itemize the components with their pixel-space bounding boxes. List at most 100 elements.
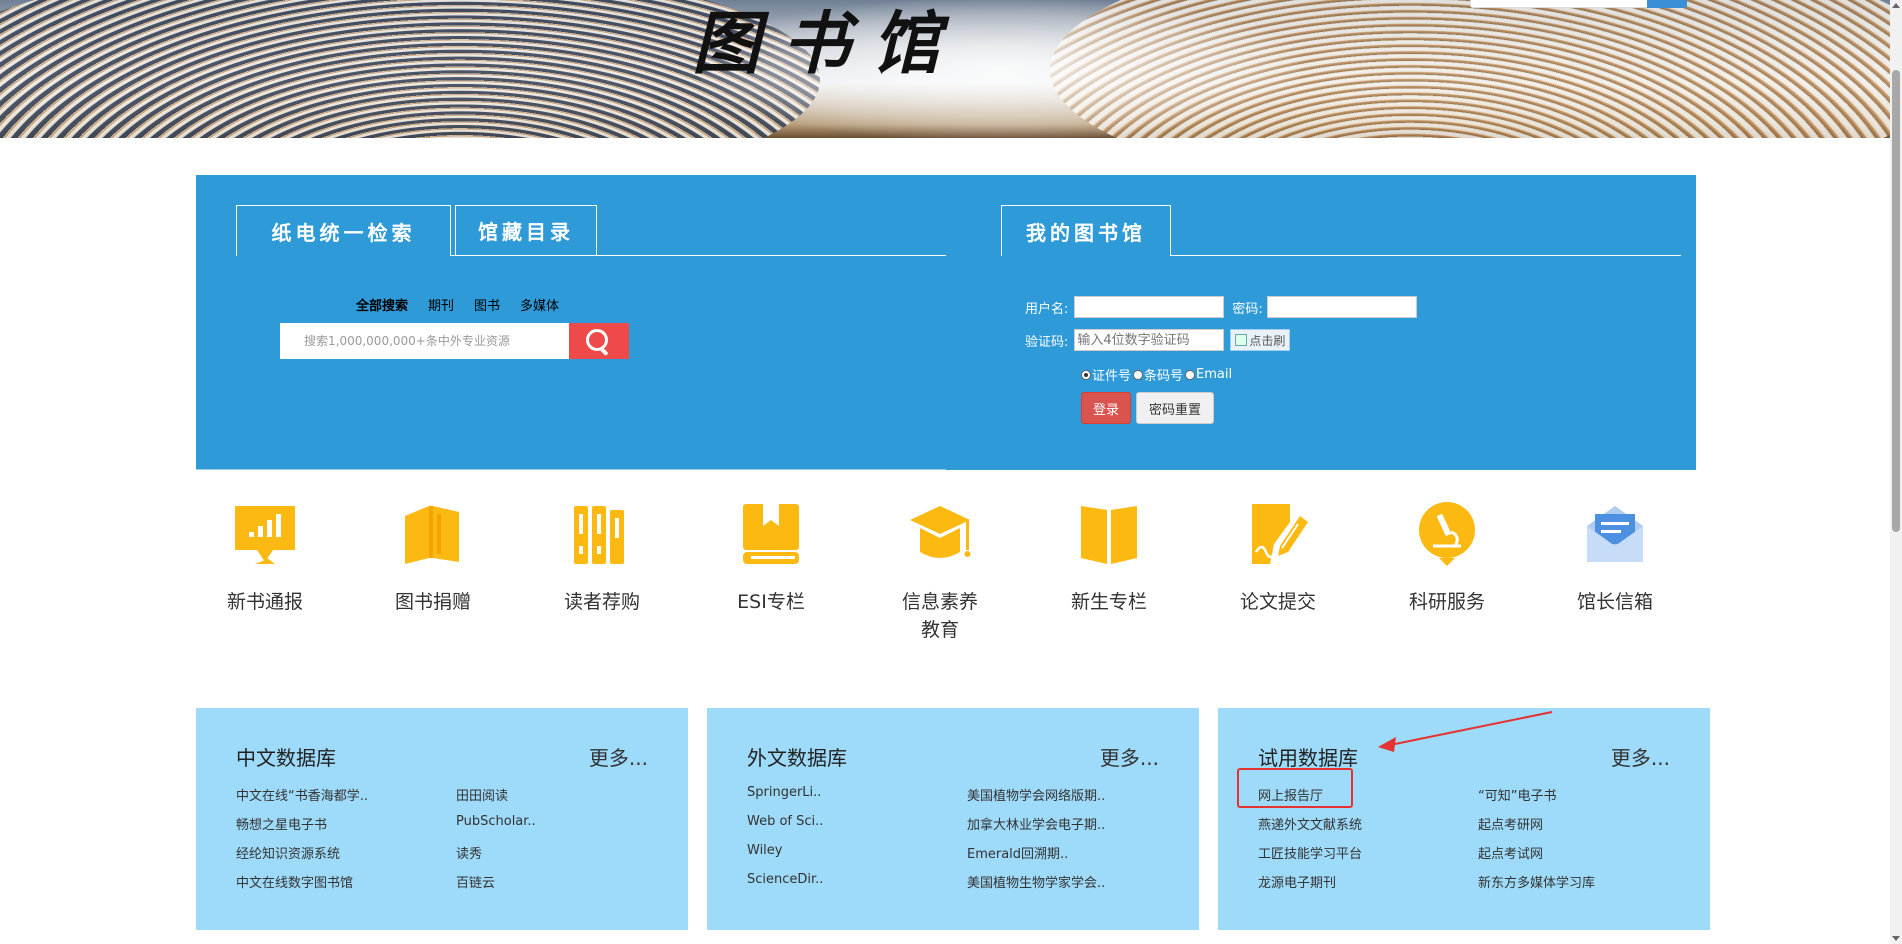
scrollbar-thumb[interactable] <box>1892 70 1900 532</box>
broken-image-icon <box>1235 334 1248 346</box>
radio-id-number-label: 证件号 <box>1092 369 1132 384</box>
db-link[interactable]: 燕递外文文献系统 <box>1258 814 1362 833</box>
banner-title: 图书馆 <box>692 4 963 84</box>
panel-divider <box>196 469 946 470</box>
service-book-donation[interactable]: 图书捐赠 <box>363 502 503 616</box>
service-info-literacy[interactable]: 信息素养 教育 <box>870 502 1010 644</box>
db-more-link[interactable]: 更多... <box>589 742 648 771</box>
paper-submit-icon <box>1252 504 1308 564</box>
radio-email-label: Email <box>1196 367 1233 382</box>
password-field[interactable] <box>1266 296 1417 318</box>
db-link[interactable]: 新东方多媒体学习库 <box>1478 872 1595 891</box>
db-link[interactable]: 加拿大林业学会电子期.. <box>967 814 1105 833</box>
header-banner: 图书馆 <box>0 0 1890 138</box>
db-link[interactable]: 美国植物生物学家学会.. <box>967 872 1105 891</box>
password-label: 密码: <box>1232 301 1263 317</box>
banner-search-button[interactable] <box>1647 0 1687 8</box>
db-link[interactable]: Web of Sci.. <box>747 814 823 829</box>
username-row: 用户名: 密码: <box>1025 296 1417 318</box>
captcha-image[interactable]: 点击刷 <box>1230 329 1291 351</box>
service-freshman[interactable]: 新生专栏 <box>1039 502 1179 616</box>
db-more-link[interactable]: 更多... <box>1100 742 1159 771</box>
radio-barcode-label: 条码号 <box>1144 369 1184 384</box>
filter-multimedia[interactable]: 多媒体 <box>520 295 559 314</box>
db-link[interactable]: Wiley <box>747 843 782 858</box>
db-link[interactable]: 龙源电子期刊 <box>1258 872 1336 891</box>
service-label: 信息素养 教育 <box>901 591 978 641</box>
db-link[interactable]: “可知”电子书 <box>1478 785 1556 804</box>
graduation-cap-icon <box>910 506 971 558</box>
service-label: 图书捐赠 <box>394 591 471 613</box>
filter-journals[interactable]: 期刊 <box>428 295 454 314</box>
reset-password-button[interactable]: 密码重置 <box>1136 392 1214 424</box>
service-research[interactable]: 科研服务 <box>1377 502 1517 616</box>
login-type-radios: 证件号 条码号 Email <box>1081 365 1234 384</box>
filter-all[interactable]: 全部搜索 <box>356 295 408 314</box>
service-label: 新生专栏 <box>1070 591 1147 613</box>
service-label: 读者荐购 <box>563 591 640 613</box>
service-director-mailbox[interactable]: 馆长信箱 <box>1545 502 1685 616</box>
captcha-label: 验证码: <box>1025 334 1069 350</box>
book-donation-icon <box>405 506 459 564</box>
service-label: 科研服务 <box>1408 591 1485 613</box>
search-filter-bar: 全部搜索 期刊 图书 多媒体 <box>356 295 559 314</box>
login-button[interactable]: 登录 <box>1081 392 1131 424</box>
mailbox-icon <box>1587 506 1643 562</box>
reader-recommend-icon <box>574 506 624 564</box>
service-label: ESI专栏 <box>737 591 805 613</box>
captcha-image-alt: 点击刷 <box>1249 333 1286 348</box>
search-button[interactable] <box>569 323 629 359</box>
mylib-tabs: 我的图书馆 <box>1001 205 1681 256</box>
service-paper-submit[interactable]: 论文提交 <box>1208 502 1348 616</box>
search-login-panel: 纸电统一检索 馆藏目录 全部搜索 期刊 图书 多媒体 我的图书馆 用户名: 密码… <box>196 175 1696 470</box>
open-book-icon <box>1081 506 1137 564</box>
db-link[interactable]: SpringerLi.. <box>747 785 821 800</box>
search-input[interactable] <box>280 323 570 359</box>
db-title: 外文数据库 <box>747 746 847 770</box>
db-link[interactable]: 工匠技能学习平台 <box>1258 843 1362 862</box>
db-link[interactable]: 中文在线数字图书馆 <box>236 872 353 891</box>
db-link[interactable]: 畅想之星电子书 <box>236 814 327 833</box>
page-scrollbar[interactable] <box>1890 0 1902 944</box>
scroll-up-arrow[interactable] <box>1892 3 1900 8</box>
captcha-row: 验证码: 点击刷 <box>1025 329 1291 351</box>
tab-my-library[interactable]: 我的图书馆 <box>1001 205 1171 256</box>
radio-email[interactable]: Email <box>1185 367 1232 382</box>
username-field[interactable] <box>1074 296 1225 318</box>
db-link[interactable]: 田田阅读 <box>456 785 508 804</box>
db-title: 试用数据库 <box>1258 746 1358 770</box>
login-buttons: 登录 密码重置 <box>1081 392 1214 424</box>
tab-catalog[interactable]: 馆藏目录 <box>455 205 597 255</box>
db-link[interactable]: ScienceDir.. <box>747 872 823 887</box>
db-more-link[interactable]: 更多... <box>1611 742 1670 771</box>
username-label: 用户名: <box>1025 301 1069 317</box>
db-box-foreign: 外文数据库 更多... SpringerLi.. Web of Sci.. Wi… <box>707 708 1199 930</box>
tab-unified-search[interactable]: 纸电统一检索 <box>236 205 451 256</box>
db-link[interactable]: PubScholar.. <box>456 814 536 829</box>
db-link[interactable]: 起点考研网 <box>1478 814 1543 833</box>
annotation-highlight-box <box>1237 768 1353 808</box>
db-link[interactable]: 经纶知识资源系统 <box>236 843 340 862</box>
db-link[interactable]: 中文在线“书香海都学.. <box>236 785 368 804</box>
db-link[interactable]: 百链云 <box>456 872 495 891</box>
db-link[interactable]: 读秀 <box>456 843 482 862</box>
captcha-field[interactable] <box>1074 329 1225 351</box>
esi-book-icon <box>743 504 799 564</box>
scroll-down-arrow[interactable] <box>1892 936 1900 941</box>
service-new-books[interactable]: 新书通报 <box>195 502 335 616</box>
service-reader-recommend[interactable]: 读者荐购 <box>532 502 672 616</box>
filter-books[interactable]: 图书 <box>474 295 500 314</box>
service-label: 馆长信箱 <box>1576 591 1653 613</box>
banner-search-box[interactable] <box>1470 0 1687 8</box>
service-label: 论文提交 <box>1239 591 1316 613</box>
radio-id-number[interactable]: 证件号 <box>1081 365 1131 384</box>
search-tabs: 纸电统一检索 馆藏目录 <box>236 205 946 256</box>
db-link[interactable]: Emerald回溯期.. <box>967 843 1068 862</box>
microscope-icon <box>1419 502 1475 566</box>
db-link[interactable]: 美国植物学会网络版期.. <box>967 785 1105 804</box>
db-box-chinese: 中文数据库 更多... 中文在线“书香海都学.. 畅想之星电子书 经纶知识资源系… <box>196 708 688 930</box>
radio-barcode[interactable]: 条码号 <box>1133 365 1183 384</box>
service-esi[interactable]: ESI专栏 <box>701 502 841 616</box>
db-link[interactable]: 起点考试网 <box>1478 843 1543 862</box>
db-box-trial: 试用数据库 更多... 网上报告厅 燕递外文文献系统 工匠技能学习平台 龙源电子… <box>1218 708 1710 930</box>
